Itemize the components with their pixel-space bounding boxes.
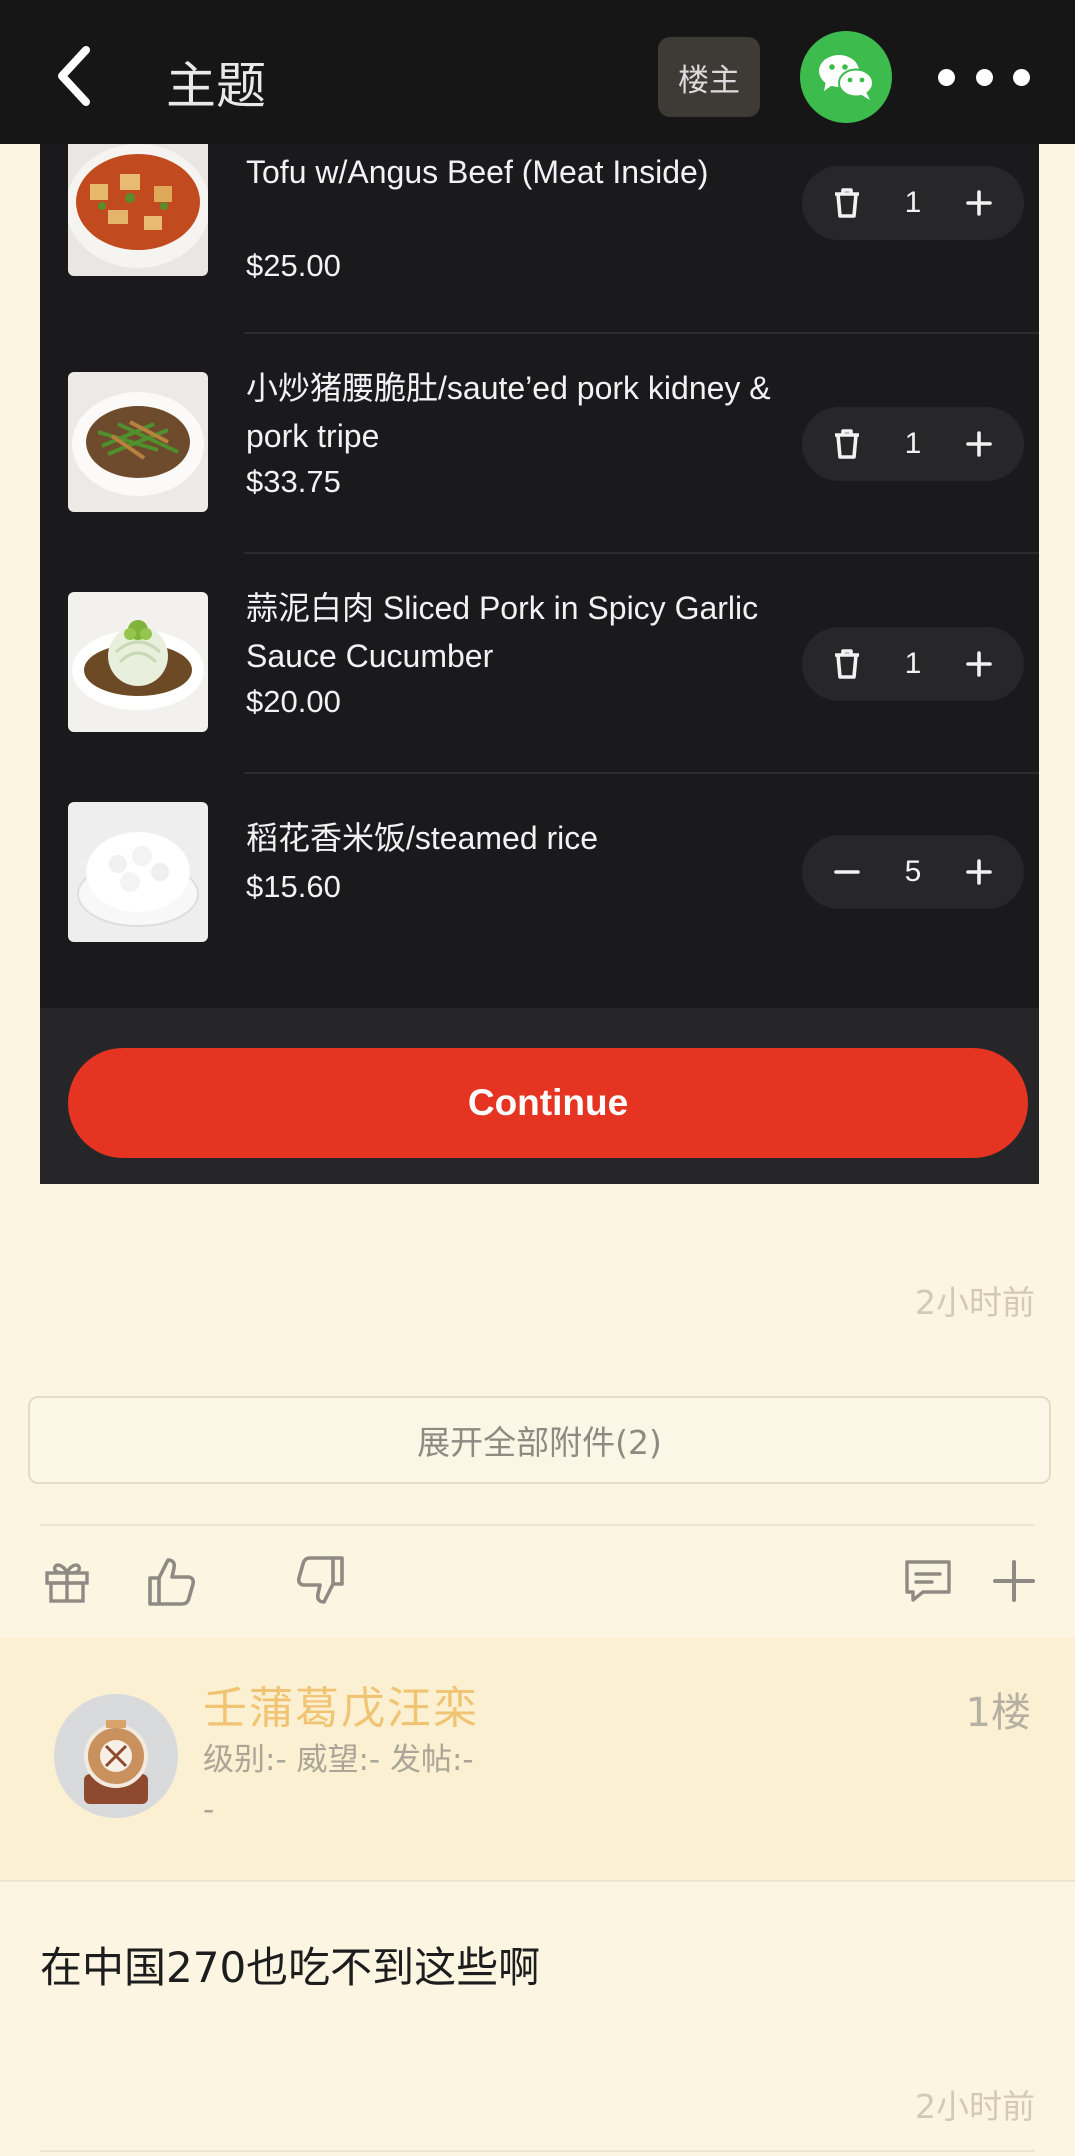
reply-time: 2小时前 (915, 2087, 1035, 2126)
food-thumbnail (68, 144, 208, 276)
like-button[interactable] (138, 1546, 208, 1616)
minus-icon[interactable] (830, 855, 864, 889)
add-button[interactable] (979, 1546, 1049, 1616)
quantity-stepper[interactable]: 5 (802, 835, 1024, 909)
item-price: $20.00 (246, 684, 341, 719)
more-dot-icon (938, 68, 955, 86)
attachment-image[interactable]: Tofu w/Angus Beef (Meat Inside) $25.00 1… (40, 144, 1039, 1184)
plus-icon[interactable] (962, 855, 996, 889)
trash-icon[interactable] (830, 186, 864, 220)
thumbs-down-icon (296, 1556, 344, 1604)
wechat-icon (819, 55, 874, 100)
item-price: $15.60 (246, 869, 341, 904)
divider (244, 332, 1039, 334)
item-price: $25.00 (246, 248, 341, 283)
item-price: $33.75 (246, 464, 341, 499)
quantity-stepper[interactable]: 1 (802, 166, 1024, 240)
avatar[interactable] (54, 1694, 178, 1818)
item-name: 小炒猪腰脆肚/saute’ed pork kidney & pork tripe (246, 370, 771, 454)
divider (244, 552, 1039, 554)
trash-icon[interactable] (830, 427, 864, 461)
food-thumbnail (68, 802, 208, 942)
plus-icon[interactable] (962, 186, 996, 220)
item-name: Tofu w/Angus Beef (Meat Inside) (246, 154, 709, 190)
plus-icon[interactable] (962, 647, 996, 681)
item-name: 蒜泥白肉 Sliced Pork in Spicy Garlic Sauce C… (246, 590, 759, 674)
quantity-value: 1 (904, 427, 922, 460)
quantity-value: 1 (904, 647, 922, 680)
user-stats-extra: - (203, 1792, 215, 1828)
more-dot-icon (1013, 68, 1030, 86)
divider (40, 1524, 1035, 1526)
op-only-button[interactable]: 楼主 (658, 37, 760, 117)
food-thumbnail (68, 372, 208, 512)
page-title: 主题 (166, 57, 266, 115)
user-stats: 级别:- 威望:- 发帖:- (203, 1742, 474, 1778)
plus-icon (993, 1560, 1035, 1602)
comment-icon (905, 1560, 951, 1602)
thumbs-up-icon (148, 1558, 196, 1606)
expand-attachments-button[interactable]: 展开全部附件(2) (28, 1396, 1051, 1484)
gift-icon (45, 1563, 89, 1603)
back-button[interactable] (40, 36, 110, 116)
divider (0, 1880, 1075, 1882)
dislike-button[interactable] (284, 1546, 354, 1616)
item-name: 稻花香米饭/steamed rice (246, 820, 599, 856)
diving-helmet-icon (54, 1694, 178, 1818)
top-bar: 主题 楼主 (0, 0, 1075, 144)
gift-button[interactable] (32, 1546, 102, 1616)
wechat-share-button[interactable] (800, 31, 892, 123)
user-name[interactable]: 壬蒲葛戊汪栾 (203, 1672, 479, 1736)
comment-button[interactable] (893, 1546, 963, 1616)
continue-button[interactable]: Continue (68, 1048, 1028, 1158)
more-dot-icon (975, 68, 993, 86)
divider (244, 772, 1039, 774)
quantity-value: 1 (904, 186, 922, 219)
quantity-stepper[interactable]: 1 (802, 407, 1024, 481)
plus-icon[interactable] (962, 427, 996, 461)
post-time: 2小时前 (915, 1283, 1035, 1322)
floor-number: 1楼 (965, 1690, 1031, 1736)
trash-icon[interactable] (830, 647, 864, 681)
divider (40, 2150, 1035, 2152)
food-thumbnail (68, 592, 208, 732)
chevron-left-icon (58, 46, 90, 106)
reply-content: 在中国270也吃不到这些啊 (40, 1943, 541, 1992)
quantity-stepper[interactable]: 1 (802, 627, 1024, 701)
quantity-value: 5 (904, 855, 922, 888)
more-options-button[interactable] (938, 54, 1030, 100)
